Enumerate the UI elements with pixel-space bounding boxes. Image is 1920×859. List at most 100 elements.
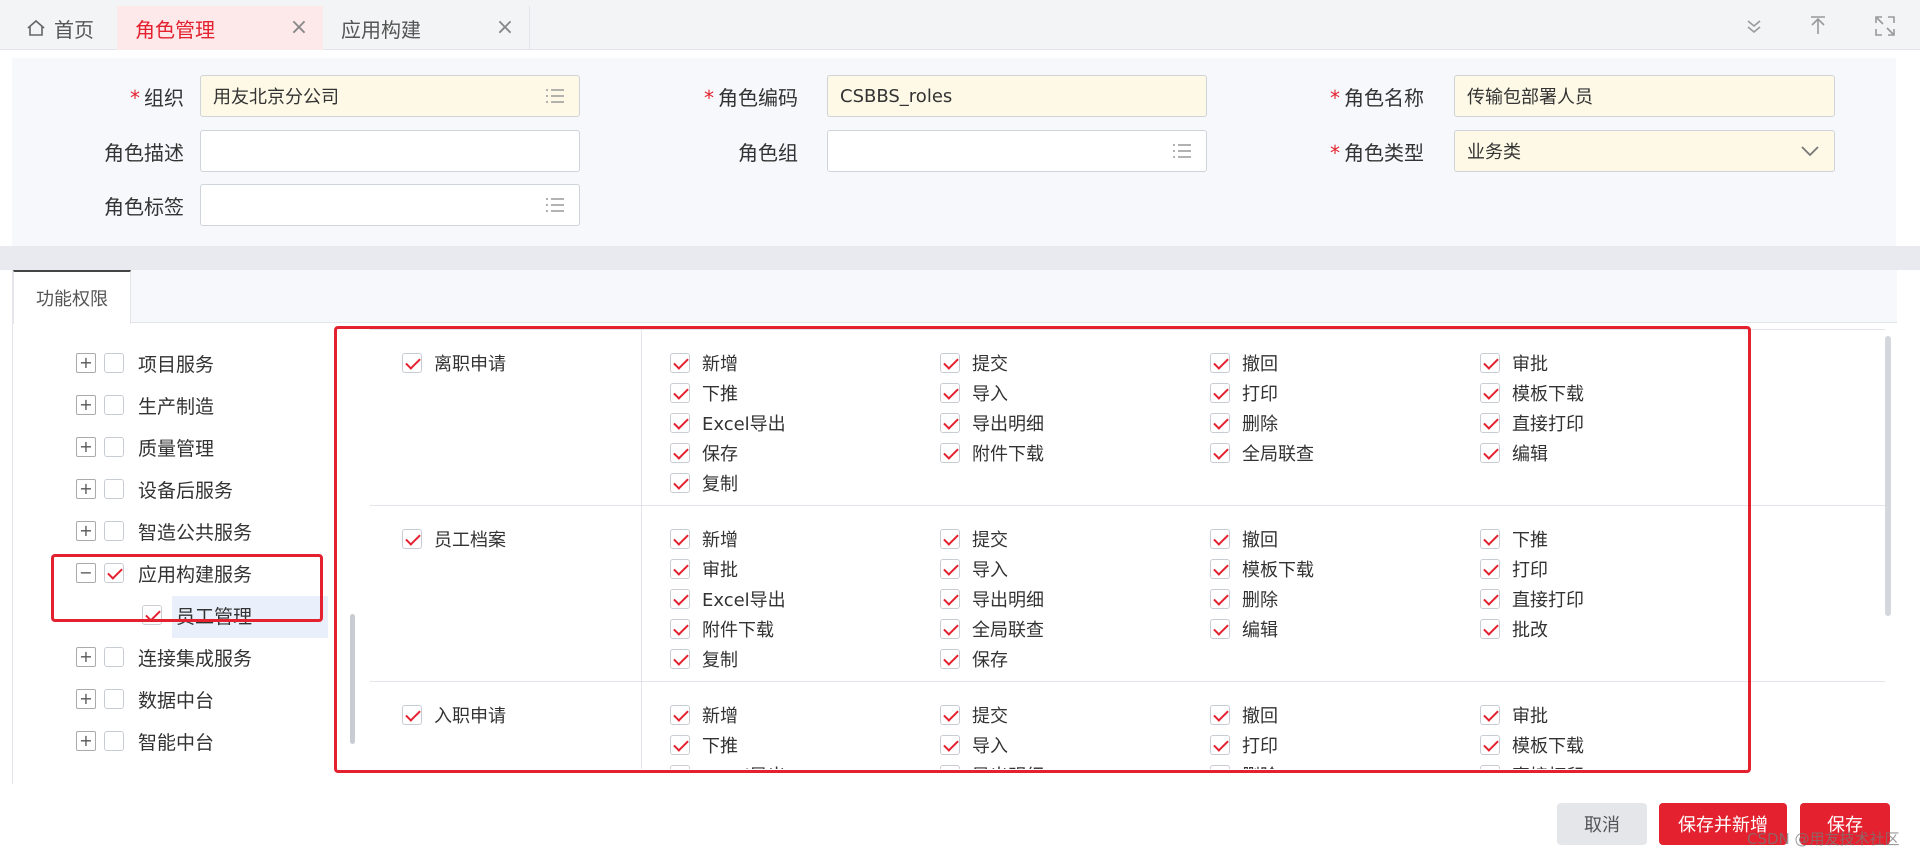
permission-checkbox[interactable] (1480, 353, 1500, 373)
permission-checkbox[interactable] (670, 705, 690, 725)
permission-item[interactable]: 删除 (1210, 410, 1278, 436)
permission-checkbox[interactable] (1480, 383, 1500, 403)
permission-item[interactable]: 撤回 (1210, 526, 1278, 552)
group-checkbox[interactable] (402, 705, 422, 725)
permission-checkbox[interactable] (940, 413, 960, 433)
tree-checkbox[interactable] (104, 689, 124, 709)
tree-node[interactable]: 员工管理 (142, 600, 252, 630)
permission-checkbox[interactable] (670, 413, 690, 433)
tree-checkbox[interactable] (104, 647, 124, 667)
permission-item[interactable]: 审批 (670, 556, 738, 582)
tree-node[interactable]: + 智能中台 (76, 726, 214, 756)
permission-item[interactable]: 模板下载 (1480, 380, 1584, 406)
permission-item[interactable]: 删除 (1210, 762, 1278, 769)
permission-item[interactable]: 导出明细 (940, 762, 1044, 769)
permission-item[interactable]: 直接打印 (1480, 410, 1584, 436)
tree-checkbox[interactable] (104, 563, 124, 583)
grid-scrollbar[interactable] (1885, 336, 1891, 616)
permission-item[interactable]: 下推 (1480, 526, 1548, 552)
group-row-header[interactable]: 员工档案 (402, 526, 506, 552)
permission-item[interactable]: 打印 (1210, 380, 1278, 406)
permission-checkbox[interactable] (1210, 559, 1230, 579)
permission-checkbox[interactable] (1480, 413, 1500, 433)
tree-checkbox[interactable] (104, 731, 124, 751)
permission-item[interactable]: 下推 (670, 732, 738, 758)
group-checkbox[interactable] (402, 353, 422, 373)
tree-node[interactable]: + 数据中台 (76, 684, 214, 714)
permission-item[interactable]: 新增 (670, 350, 738, 376)
permission-checkbox[interactable] (670, 559, 690, 579)
permission-checkbox[interactable] (1210, 589, 1230, 609)
permission-item[interactable]: 删除 (1210, 586, 1278, 612)
type-select[interactable]: 业务类 (1454, 130, 1835, 172)
permission-item[interactable]: 导入 (940, 556, 1008, 582)
expand-icon[interactable]: + (76, 437, 96, 457)
permission-checkbox[interactable] (940, 559, 960, 579)
permission-item[interactable]: 导入 (940, 732, 1008, 758)
permission-checkbox[interactable] (940, 353, 960, 373)
permission-item[interactable]: 模板下载 (1210, 556, 1314, 582)
permission-checkbox[interactable] (1210, 619, 1230, 639)
permission-checkbox[interactable] (1480, 619, 1500, 639)
permission-item[interactable]: 提交 (940, 526, 1008, 552)
double-chevron-down-icon[interactable] (1742, 14, 1766, 38)
permission-checkbox[interactable] (670, 353, 690, 373)
permission-checkbox[interactable] (940, 529, 960, 549)
permission-checkbox[interactable] (1210, 735, 1230, 755)
permission-item[interactable]: 保存 (940, 646, 1008, 672)
permission-item[interactable]: 直接打印 (1480, 586, 1584, 612)
expand-icon[interactable]: + (76, 689, 96, 709)
expand-icon[interactable]: + (76, 479, 96, 499)
permission-checkbox[interactable] (1210, 705, 1230, 725)
expand-icon[interactable] (1873, 14, 1897, 38)
permission-checkbox[interactable] (1480, 443, 1500, 463)
tag-field[interactable] (200, 184, 580, 226)
tree-checkbox[interactable] (142, 605, 162, 625)
tree-node[interactable]: + 生产制造 (76, 390, 214, 420)
permission-checkbox[interactable] (670, 735, 690, 755)
permission-item[interactable]: 复制 (670, 646, 738, 672)
permission-checkbox[interactable] (670, 473, 690, 493)
permission-checkbox[interactable] (940, 735, 960, 755)
tree-node[interactable]: + 质量管理 (76, 432, 214, 462)
group-checkbox[interactable] (402, 529, 422, 549)
permission-checkbox[interactable] (1480, 735, 1500, 755)
tree-checkbox[interactable] (104, 521, 124, 541)
permission-checkbox[interactable] (670, 765, 690, 769)
tree-node[interactable]: + 智造公共服务 (76, 516, 252, 546)
permission-checkbox[interactable] (1480, 589, 1500, 609)
tree-node[interactable]: − 应用构建服务 (76, 558, 252, 588)
permission-item[interactable]: 附件下载 (670, 616, 774, 642)
permission-checkbox[interactable] (940, 705, 960, 725)
tree-node[interactable]: + 连接集成服务 (76, 642, 252, 672)
permission-item[interactable]: 提交 (940, 702, 1008, 728)
permission-item[interactable]: 提交 (940, 350, 1008, 376)
permission-item[interactable]: 附件下载 (940, 440, 1044, 466)
expand-icon[interactable]: + (76, 353, 96, 373)
permission-item[interactable]: 审批 (1480, 350, 1548, 376)
permission-checkbox[interactable] (1210, 413, 1230, 433)
permission-item[interactable]: 新增 (670, 702, 738, 728)
tree-checkbox[interactable] (104, 479, 124, 499)
permission-item[interactable]: 直接打印 (1480, 762, 1584, 769)
permission-checkbox[interactable] (670, 619, 690, 639)
tree-node[interactable]: + 项目服务 (76, 348, 214, 378)
cancel-button[interactable]: 取消 (1557, 803, 1647, 845)
permission-item[interactable]: 批改 (1480, 616, 1548, 642)
tree-checkbox[interactable] (104, 353, 124, 373)
permission-checkbox[interactable] (1210, 353, 1230, 373)
permission-item[interactable]: 复制 (670, 470, 738, 496)
tab-function-permission[interactable]: 功能权限 (13, 270, 131, 324)
permission-item[interactable]: 保存 (670, 440, 738, 466)
permission-checkbox[interactable] (1210, 443, 1230, 463)
permission-item[interactable]: 导出明细 (940, 586, 1044, 612)
tree-scrollbar[interactable] (350, 614, 355, 744)
permission-checkbox[interactable] (670, 649, 690, 669)
expand-icon[interactable]: + (76, 647, 96, 667)
permission-item[interactable]: 编辑 (1210, 616, 1278, 642)
permission-checkbox[interactable] (940, 765, 960, 769)
tab-app-build[interactable]: 应用构建 × (323, 6, 530, 50)
permission-checkbox[interactable] (940, 443, 960, 463)
expand-icon[interactable]: + (76, 395, 96, 415)
group-row-header[interactable]: 离职申请 (402, 350, 506, 376)
